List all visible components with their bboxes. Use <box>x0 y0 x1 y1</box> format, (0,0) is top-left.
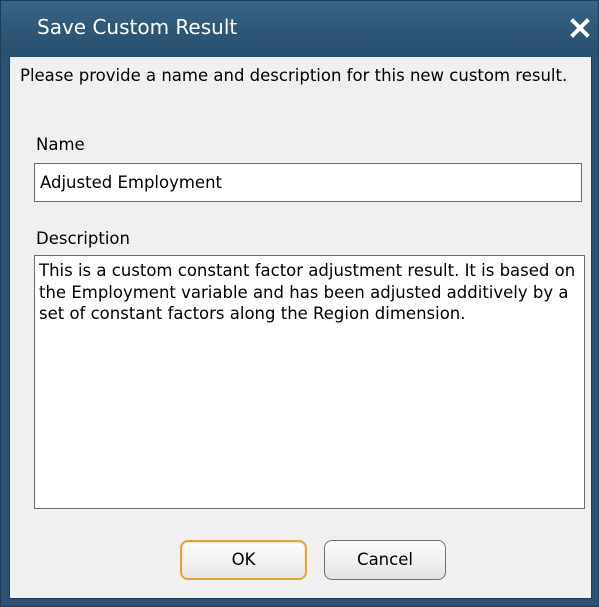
name-label: Name <box>36 135 85 154</box>
title-bar[interactable]: Save Custom Result <box>1 1 598 57</box>
ok-button[interactable]: OK <box>180 540 307 580</box>
name-input[interactable] <box>34 163 582 202</box>
close-icon[interactable] <box>567 15 593 41</box>
description-label: Description <box>36 229 130 248</box>
description-textarea[interactable]: This is a custom constant factor adjustm… <box>34 255 585 509</box>
cancel-button[interactable]: Cancel <box>324 540 446 580</box>
dialog-title: Save Custom Result <box>37 15 238 39</box>
instruction-text: Please provide a name and description fo… <box>20 66 568 85</box>
